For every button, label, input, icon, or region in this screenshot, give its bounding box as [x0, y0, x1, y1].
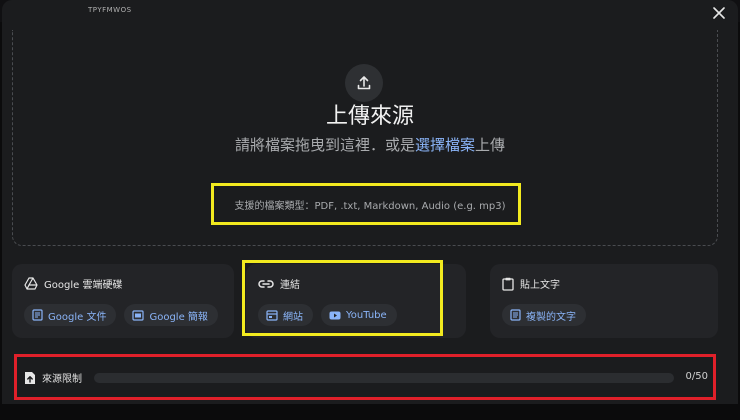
highlight-box-file-types: [211, 183, 521, 225]
highlight-box-source-limit: [14, 354, 716, 400]
card-paste-text-header: 貼上文字: [502, 276, 560, 291]
upload-button[interactable]: [345, 64, 383, 102]
top-label: TPYFMWOS: [88, 6, 132, 14]
copied-text-label: 複製的文字: [526, 311, 576, 323]
docs-icon: [32, 309, 43, 321]
card-google-drive-title: Google 雲端硬碟: [44, 280, 123, 291]
drive-icon: [24, 277, 38, 290]
upload-icon: [357, 76, 371, 90]
google-slides-label: Google 簡報: [149, 311, 208, 323]
slides-icon: [132, 309, 145, 321]
close-icon: [713, 7, 725, 19]
dropzone-title: 上傳來源: [325, 104, 414, 129]
card-google-drive-header: Google 雲端硬碟: [24, 276, 122, 291]
google-docs-button[interactable]: Google 文件: [24, 304, 117, 326]
subtitle-prefix: 請將檔案拖曳到這裡．或是: [234, 136, 415, 154]
dropzone-subtitle: 請將檔案拖曳到這裡．或是選擇檔案上傳: [0, 134, 740, 155]
choose-file-link[interactable]: 選擇檔案: [415, 136, 475, 154]
clipboard-icon: [502, 277, 514, 291]
google-slides-button[interactable]: Google 簡報: [124, 304, 218, 326]
google-docs-label: Google 文件: [48, 311, 107, 323]
card-google-drive: Google 雲端硬碟 Google 文件 Google 簡報: [12, 264, 234, 338]
copied-text-button[interactable]: 複製的文字: [502, 304, 586, 326]
highlight-box-link: [242, 260, 443, 336]
card-paste-text: 貼上文字 複製的文字: [490, 264, 718, 338]
subtitle-suffix: 上傳: [475, 136, 506, 154]
paste-text-icon: [510, 309, 521, 321]
close-button[interactable]: [708, 2, 730, 24]
bottom-strip: [0, 404, 740, 420]
card-paste-text-title: 貼上文字: [520, 280, 560, 291]
